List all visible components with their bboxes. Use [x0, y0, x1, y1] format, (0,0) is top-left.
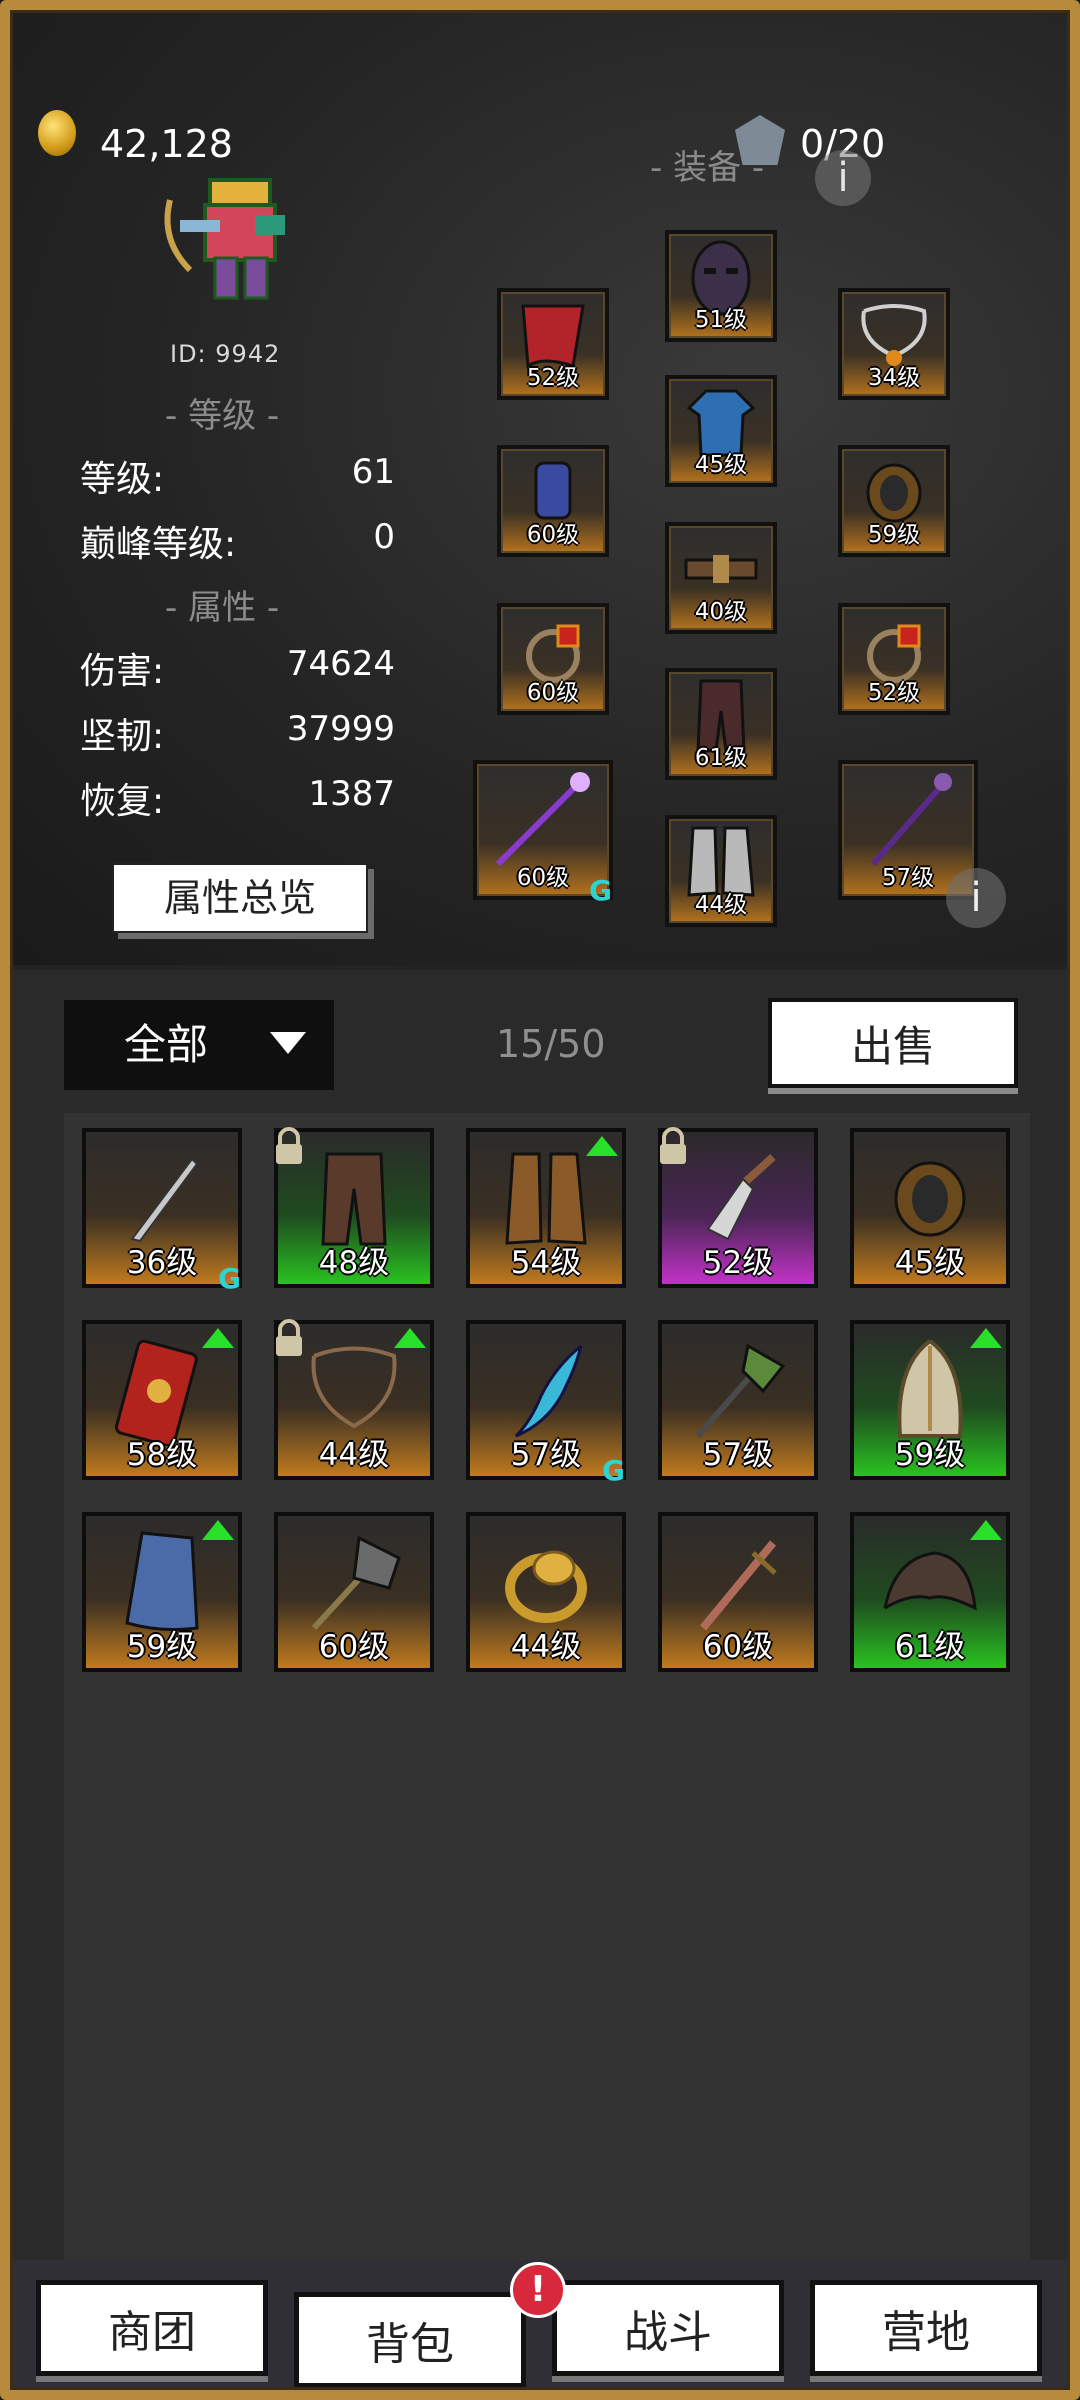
inventory-item[interactable]: 61级	[850, 1512, 1010, 1672]
nav-tab-camp[interactable]: 营地	[810, 2280, 1042, 2376]
inventory-item[interactable]: 60级	[274, 1512, 434, 1672]
equip-slot-pants[interactable]: 61级	[665, 668, 777, 780]
equip-level: 34级	[867, 365, 921, 391]
equip-slot-gloves[interactable]: 60级	[497, 445, 609, 557]
gold-coin-icon	[38, 110, 76, 156]
level-value: 61	[351, 452, 395, 492]
equip-slot-weapon-left[interactable]: 60级 G	[473, 760, 613, 907]
item-level: 52级	[702, 1245, 774, 1281]
belt-icon	[684, 554, 758, 583]
inventory-item[interactable]: 59级	[850, 1320, 1010, 1480]
chevron-down-icon	[270, 1032, 306, 1054]
item-level: 57级	[510, 1437, 582, 1473]
shoulder-icon	[883, 1551, 977, 1611]
info-icon[interactable]: i	[815, 150, 871, 206]
app-frame: 42,128 - 装备 - 0/20 i ID: 9942 - 等级 - 等级:…	[0, 0, 1080, 2400]
equip-slot-helmet[interactable]: 51级	[665, 230, 777, 342]
attr-section-title: - 属性 -	[165, 588, 280, 628]
nav-tab-battle[interactable]: 战斗	[552, 2280, 784, 2376]
equip-slot-armor[interactable]: 45级	[665, 375, 777, 487]
item-level: 36级	[126, 1245, 198, 1281]
equip-level: 61级	[694, 745, 748, 771]
inventory-item[interactable]: 44级	[466, 1512, 626, 1672]
item-level: 48级	[318, 1245, 390, 1281]
inventory-item[interactable]: 52级	[658, 1127, 818, 1288]
lock-icon	[276, 1127, 302, 1164]
inventory-item[interactable]: 59级	[82, 1512, 242, 1672]
inventory-item[interactable]: 60级	[658, 1512, 818, 1672]
inventory-item[interactable]: 44级	[274, 1319, 434, 1480]
notification-badge: !	[510, 2262, 566, 2318]
item-level: 57级	[702, 1437, 774, 1473]
inventory-count: 15/50	[496, 1022, 606, 1066]
equip-level: 60级	[526, 522, 580, 548]
equip-level: 60级	[526, 680, 580, 706]
spear-head-icon	[706, 1153, 776, 1241]
sell-button[interactable]: 出售	[768, 998, 1018, 1088]
info-icon[interactable]: i	[946, 868, 1006, 928]
nav-tab-bag[interactable]: 背包	[294, 2292, 526, 2388]
equip-level: 45级	[694, 452, 748, 478]
item-level: 44级	[318, 1437, 390, 1473]
recovery-label: 恢复:	[80, 781, 165, 822]
peak-level-value: 0	[373, 517, 395, 557]
item-level: 54级	[510, 1245, 582, 1281]
recovery-value: 1387	[308, 774, 395, 814]
item-level: 58级	[126, 1437, 198, 1473]
level-section-title: - 等级 -	[165, 396, 280, 436]
level-label: 等级:	[80, 459, 165, 500]
damage-label: 伤害:	[80, 651, 165, 692]
item-level: 60级	[318, 1629, 390, 1665]
item-level: 59级	[894, 1437, 966, 1473]
equip-level: 52级	[526, 365, 580, 391]
equip-slot-belt[interactable]: 40级	[665, 522, 777, 634]
equip-slot-boots[interactable]: 44级	[665, 815, 777, 927]
inventory-item[interactable]: 45级	[850, 1128, 1010, 1288]
item-level: 44级	[510, 1629, 582, 1665]
lock-icon	[276, 1319, 302, 1356]
inventory-item[interactable]: 48级	[274, 1127, 434, 1288]
equip-level: 52级	[867, 680, 921, 706]
bracer-icon	[894, 1161, 966, 1237]
g-badge-icon: G	[589, 874, 612, 907]
boots-icon	[505, 1152, 587, 1245]
attribute-overview-button[interactable]: 属性总览	[112, 863, 368, 933]
equip-slot-necklace[interactable]: 34级	[838, 288, 950, 400]
equip-slot-bracer[interactable]: 59级	[838, 445, 950, 557]
lock-icon	[660, 1127, 686, 1164]
inventory-item[interactable]: 54级	[466, 1128, 626, 1288]
peak-level-label: 巅峰等级:	[80, 524, 237, 565]
item-level: 59级	[126, 1629, 198, 1665]
pants-icon	[321, 1152, 387, 1246]
hero-avatar[interactable]	[150, 160, 310, 310]
item-level: 45级	[894, 1245, 966, 1281]
equip-level: 40级	[694, 599, 748, 625]
nav-tab-guild[interactable]: 商团	[36, 2280, 268, 2376]
g-badge-icon: G	[602, 1454, 625, 1487]
equip-level: 44级	[694, 892, 748, 918]
dagger-icon	[130, 1157, 199, 1243]
inventory-item[interactable]: 36级 G	[82, 1128, 242, 1295]
equip-level: 59级	[867, 522, 921, 548]
toughness-value: 37999	[286, 709, 395, 749]
ring-icon	[505, 1550, 587, 1623]
player-id: ID: 9942	[170, 340, 281, 368]
damage-value: 74624	[286, 644, 395, 684]
equip-slot-ring-right[interactable]: 52级	[838, 603, 950, 715]
toughness-label: 坚韧:	[80, 716, 165, 757]
inventory-item[interactable]: 57级 G	[466, 1320, 626, 1487]
equip-level: 51级	[694, 307, 748, 333]
inventory-item[interactable]: 58级	[82, 1320, 242, 1480]
filter-label: 全部	[124, 1020, 209, 1069]
necklace-icon	[311, 1346, 397, 1429]
item-level: 60级	[702, 1629, 774, 1665]
equip-slot-cape[interactable]: 52级	[497, 288, 609, 400]
inventory-item[interactable]: 57级	[658, 1320, 818, 1480]
equip-slot-ring-left[interactable]: 60级	[497, 603, 609, 715]
category-filter-dropdown[interactable]: 全部	[64, 1000, 334, 1090]
g-badge-icon: G	[218, 1262, 241, 1295]
item-level: 61级	[894, 1629, 966, 1665]
